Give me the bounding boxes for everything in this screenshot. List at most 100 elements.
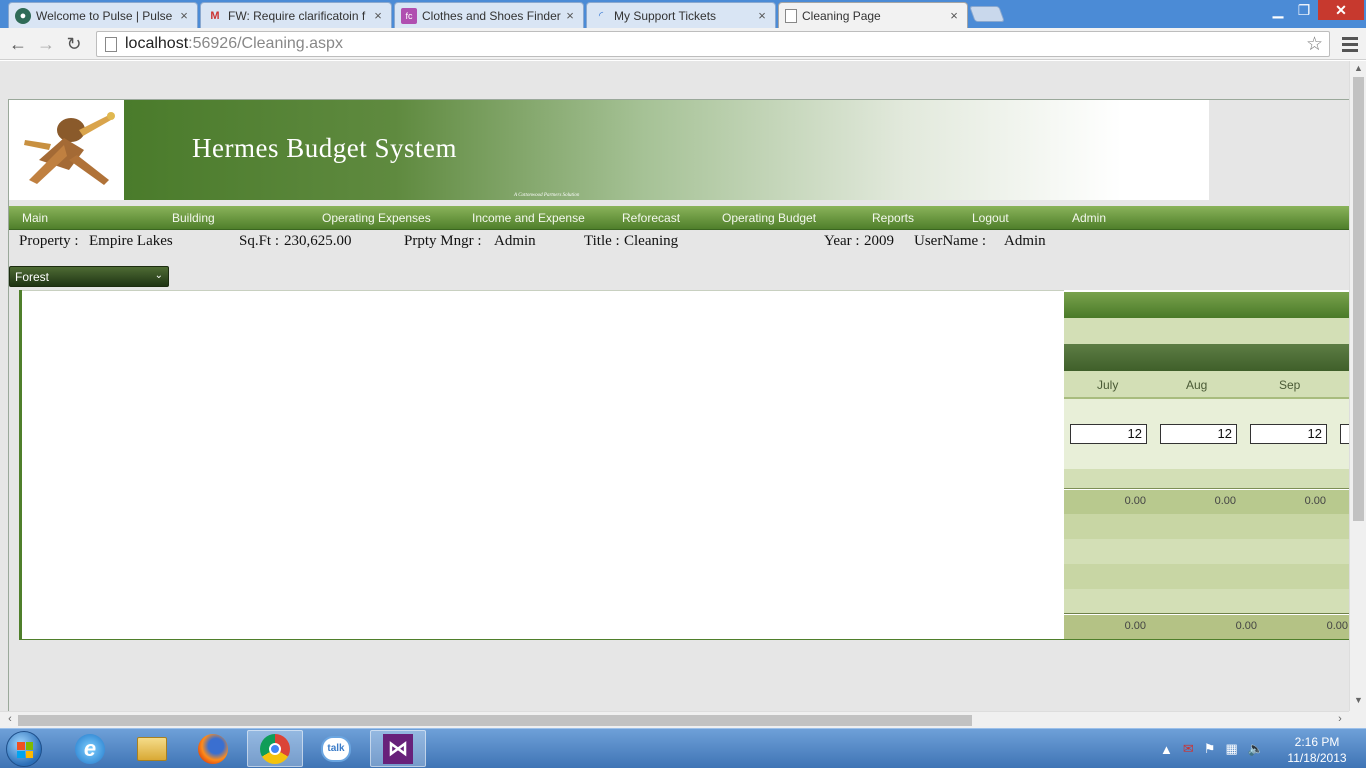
tab-title: My Support Tickets (614, 8, 717, 23)
scrollbar-corner (1349, 711, 1366, 728)
sqft-label: Sq.Ft : (239, 233, 280, 249)
main-nav-bar: Main Building Operating Expenses Income … (9, 206, 1349, 230)
grid-row (1064, 539, 1349, 564)
taskbar-firefox[interactable] (185, 730, 241, 767)
property-label: Property : (19, 233, 79, 249)
chevron-down-icon: ⌄ (154, 270, 163, 281)
window-close-icon[interactable]: ✕ (1318, 0, 1364, 20)
browser-menu-icon[interactable] (1340, 34, 1360, 54)
browser-tab-strip: ● Welcome to Pulse | Pulse × M FW: Requi… (0, 0, 1366, 28)
scroll-right-icon[interactable]: › (1332, 713, 1348, 727)
show-hidden-icons-icon[interactable]: ▲ (1160, 742, 1173, 757)
tab-support-tickets[interactable]: ◜ My Support Tickets × (586, 2, 776, 28)
nav-main[interactable]: Main (22, 211, 48, 225)
page-icon (785, 8, 797, 23)
year-label: Year : (824, 233, 860, 249)
nav-logout[interactable]: Logout (972, 211, 1009, 225)
gmail-notifier-icon[interactable]: ✉ (1183, 741, 1194, 757)
july-input[interactable]: 12 (1070, 424, 1147, 444)
grid-row (1064, 469, 1349, 489)
loading-icon: ◜ (598, 10, 604, 22)
username-label: UserName : (914, 233, 987, 249)
grid-total-row: 0.00 0.00 0.00 (1064, 615, 1349, 639)
back-icon[interactable]: ← (6, 32, 30, 56)
scroll-up-icon[interactable]: ▲ (1350, 63, 1366, 77)
nav-operating-expenses[interactable]: Operating Expenses (322, 211, 431, 225)
horizontal-scroll-thumb[interactable] (18, 715, 972, 726)
manager-value: Admin (494, 233, 536, 249)
username-value: Admin (1004, 233, 1046, 249)
scroll-down-icon[interactable]: ▼ (1350, 695, 1366, 709)
page-icon (105, 36, 117, 52)
nav-income-and-expense[interactable]: Income and Expense (472, 211, 585, 225)
tab-title: FW: Require clarificatoin f (228, 8, 366, 23)
tab-gmail[interactable]: M FW: Require clarificatoin f × (200, 2, 392, 28)
tab-clothes-finder[interactable]: fc Clothes and Shoes Finder × (394, 2, 584, 28)
browser-toolbar: ← → ↻ localhost:56926/Cleaning.aspx ☆ (0, 28, 1366, 60)
nav-operating-budget[interactable]: Operating Budget (722, 211, 816, 225)
oct-input[interactable] (1340, 424, 1349, 444)
taskbar-ie[interactable]: e (62, 730, 118, 767)
header-banner: Hermes Budget System A Cottonwood Partne… (9, 100, 1209, 200)
clock-date: 11/18/2013 (1287, 751, 1347, 765)
monthly-budget-grid: July Aug Sep 12 12 12 0.00 0.00 0.00 0.0… (1064, 290, 1349, 640)
july-total: 0.00 (1124, 620, 1146, 632)
close-icon[interactable]: × (563, 8, 577, 23)
sep-subtotal: 0.00 (1304, 495, 1326, 507)
app-tagline: A Cottonwood Partners Solution (514, 193, 580, 198)
finder-icon: fc (401, 7, 417, 24)
tab-pulse[interactable]: ● Welcome to Pulse | Pulse × (8, 2, 198, 28)
taskbar-explorer[interactable] (124, 730, 180, 767)
forward-icon[interactable]: → (34, 32, 58, 56)
grid-month-row: July Aug Sep (1064, 371, 1349, 399)
restore-icon[interactable]: ❐ (1292, 0, 1316, 20)
start-button[interactable] (6, 731, 42, 767)
horizontal-scrollbar[interactable]: ‹ › (0, 711, 1349, 728)
url-host: localhost (125, 35, 189, 52)
close-icon[interactable]: × (755, 8, 769, 23)
address-bar[interactable]: localhost:56926/Cleaning.aspx ☆ (96, 31, 1330, 57)
action-center-icon[interactable]: ⚑ (1204, 741, 1216, 757)
grid-row (1064, 564, 1349, 589)
aug-input[interactable]: 12 (1160, 424, 1237, 444)
nav-reforecast[interactable]: Reforecast (622, 211, 680, 225)
nav-reports[interactable]: Reports (872, 211, 914, 225)
scroll-left-icon[interactable]: ‹ (2, 713, 18, 727)
sep-input[interactable]: 12 (1250, 424, 1327, 444)
internet-explorer-icon: e (75, 733, 105, 764)
visual-studio-icon: ⋈ (383, 733, 413, 764)
url-path: :56926/Cleaning.aspx (188, 35, 343, 52)
volume-icon[interactable]: 🔈 (1248, 741, 1264, 757)
tab-title: Clothes and Shoes Finder (422, 8, 561, 23)
close-icon[interactable]: × (371, 8, 385, 23)
year-value: 2009 (864, 233, 894, 249)
taskbar-chrome[interactable] (247, 730, 303, 767)
theme-select[interactable]: Forest ⌄ (9, 266, 169, 287)
network-icon[interactable]: ▦ (1225, 741, 1237, 757)
close-icon[interactable]: × (177, 8, 191, 23)
property-info-bar: Property : Empire Lakes Sq.Ft : 230,625.… (9, 231, 1349, 253)
grid-row (1064, 589, 1349, 614)
talk-icon: talk (321, 735, 351, 762)
nav-admin[interactable]: Admin (1072, 211, 1106, 225)
vertical-scrollbar[interactable]: ▲ ▼ (1349, 61, 1366, 711)
property-value: Empire Lakes (89, 233, 173, 249)
nav-building[interactable]: Building (172, 211, 215, 225)
bookmark-star-icon[interactable]: ☆ (1306, 33, 1323, 56)
chrome-icon (260, 733, 290, 764)
vertical-scroll-thumb[interactable] (1353, 77, 1364, 521)
reload-icon[interactable]: ↻ (62, 32, 86, 56)
close-icon[interactable]: × (947, 8, 961, 23)
minimize-icon[interactable]: ▁ (1266, 0, 1290, 20)
aug-subtotal: 0.00 (1214, 495, 1236, 507)
taskbar-visual-studio[interactable]: ⋈ (370, 730, 426, 767)
tab-title: Cleaning Page (802, 8, 881, 23)
new-tab-button[interactable] (969, 6, 1005, 22)
sqft-value: 230,625.00 (284, 233, 352, 249)
grid-row (1064, 318, 1349, 344)
tab-cleaning-page[interactable]: Cleaning Page × (778, 2, 968, 28)
windows-taskbar: e talk ⋈ ▲ ✉ ⚑ ▦ 🔈 2:16 PM 11/18/2013 (0, 728, 1366, 768)
theme-select-value: Forest (15, 270, 50, 284)
taskbar-gtalk[interactable]: talk (308, 730, 364, 767)
taskbar-clock[interactable]: 2:16 PM 11/18/2013 (1282, 734, 1352, 766)
